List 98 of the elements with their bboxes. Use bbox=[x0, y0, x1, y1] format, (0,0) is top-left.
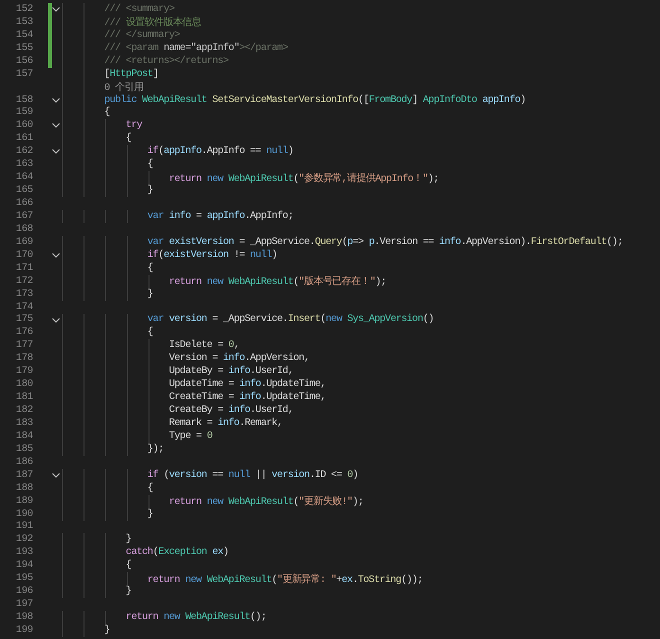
code-line: { bbox=[147, 159, 153, 170]
collapse-chevron-icon[interactable] bbox=[52, 252, 60, 258]
code-line: return new WebApiResult(); bbox=[126, 612, 266, 624]
line-number: 159 bbox=[16, 107, 33, 118]
code-line: { bbox=[126, 560, 132, 572]
line-number: 189 bbox=[16, 496, 33, 507]
line-number: 191 bbox=[16, 521, 33, 532]
line-number: 175 bbox=[16, 314, 33, 326]
code-line: }); bbox=[147, 444, 164, 455]
line-number: 183 bbox=[16, 418, 33, 429]
reference-count-link[interactable]: 0 个引用 bbox=[104, 80, 144, 94]
code-line: if(existVersion != null) bbox=[147, 250, 278, 261]
code-line: } bbox=[147, 185, 153, 196]
line-number: 194 bbox=[16, 560, 33, 572]
line-number: 182 bbox=[16, 405, 33, 416]
code-line: /// <returns></returns> bbox=[104, 56, 228, 67]
code-line: if(appInfo.AppInfo == null) bbox=[147, 146, 294, 158]
line-number: 171 bbox=[16, 262, 33, 274]
code-line: [HttpPost] bbox=[104, 68, 158, 80]
code-line: var version = _AppService.Insert(new Sys_AppVersion() bbox=[147, 314, 434, 326]
code-line: catch(Exception ex) bbox=[126, 547, 228, 558]
code-line: /// 设置软件版本信息 bbox=[104, 16, 201, 30]
code-line: CreateTime = info.UpdateTime, bbox=[169, 392, 326, 404]
line-number: 197 bbox=[16, 599, 33, 610]
line-number: 161 bbox=[16, 133, 33, 144]
code-line: { bbox=[126, 133, 132, 144]
collapse-chevron-icon[interactable] bbox=[52, 149, 60, 154]
code-line: UpdateBy = info.UserId, bbox=[169, 366, 294, 378]
collapse-chevron-icon[interactable] bbox=[52, 98, 60, 103]
line-number: 162 bbox=[16, 146, 33, 158]
line-number: 176 bbox=[16, 327, 33, 338]
code-line: var existVersion = _AppService.Query(p=> p.Version == info.AppVersion).FirstOrDefault(); bbox=[147, 236, 623, 248]
line-number: 187 bbox=[16, 470, 33, 481]
line-number: 166 bbox=[16, 198, 33, 210]
line-number: 174 bbox=[16, 302, 33, 313]
line-number: 165 bbox=[16, 185, 33, 196]
line-number: 180 bbox=[16, 379, 33, 390]
line-number: 193 bbox=[16, 547, 33, 558]
line-number: 184 bbox=[16, 430, 33, 442]
line-number: 190 bbox=[16, 508, 33, 520]
line-number: 178 bbox=[16, 353, 33, 364]
code-line: } bbox=[126, 534, 132, 546]
code-line: IsDelete = 0, bbox=[169, 340, 240, 352]
code-line: /// </summary> bbox=[104, 30, 180, 41]
line-number: 199 bbox=[16, 624, 33, 636]
line-number: 172 bbox=[16, 276, 33, 287]
code-line: { bbox=[104, 107, 110, 118]
code-line: return new WebApiResult("版本号已存在！"); bbox=[169, 274, 386, 288]
code-line: { bbox=[147, 262, 153, 274]
line-number: 192 bbox=[16, 534, 33, 546]
collapse-chevron-icon[interactable] bbox=[52, 472, 60, 478]
line-number: 181 bbox=[16, 392, 33, 404]
code-line: try bbox=[126, 120, 142, 132]
line-number: 196 bbox=[16, 586, 33, 598]
code-line: if (version == null || version.ID <= 0) bbox=[147, 470, 358, 481]
code-line: Remark = info.Remark, bbox=[169, 418, 282, 429]
line-number: 156 bbox=[16, 56, 33, 67]
line-number: 195 bbox=[16, 573, 33, 584]
line-number: 158 bbox=[16, 94, 33, 106]
line-number: 157 bbox=[16, 68, 33, 80]
line-number: 153 bbox=[16, 16, 33, 28]
collapse-chevron-icon[interactable] bbox=[52, 318, 60, 322]
code-line: } bbox=[147, 508, 153, 520]
line-number: 154 bbox=[16, 30, 33, 41]
code-line: var info = appInfo.AppInfo; bbox=[147, 210, 294, 222]
line-number: 164 bbox=[16, 172, 33, 184]
line-number: 173 bbox=[16, 288, 33, 300]
line-number: 152 bbox=[16, 4, 33, 15]
line-number: 198 bbox=[16, 612, 33, 624]
code-line: return new WebApiResult("更新异常: "+ex.ToString()); bbox=[147, 572, 423, 586]
code-line: } bbox=[104, 624, 110, 636]
line-number: 160 bbox=[16, 120, 33, 132]
collapse-chevron-icon[interactable] bbox=[52, 123, 60, 128]
code-line: public WebApiResult SetServiceMasterVersionInfo([FromBody] AppInfoDto appInfo) bbox=[104, 94, 526, 106]
code-line: { bbox=[147, 482, 153, 494]
line-number: 186 bbox=[16, 456, 33, 468]
code-line: UpdateTime = info.UpdateTime, bbox=[169, 379, 326, 390]
code-line: CreateBy = info.UserId, bbox=[169, 405, 294, 416]
line-number: 170 bbox=[16, 250, 33, 261]
collapse-chevron-icon[interactable] bbox=[52, 7, 60, 12]
code-line: return new WebApiResult("参数异常,请提供AppInfo！"); bbox=[169, 172, 439, 185]
line-number: 177 bbox=[16, 340, 33, 352]
line-number: 155 bbox=[16, 42, 33, 54]
code-line: } bbox=[147, 288, 153, 300]
line-number: 169 bbox=[16, 236, 33, 248]
line-number: 188 bbox=[16, 482, 33, 494]
code-line: /// <param name="appInfo"></param> bbox=[104, 42, 288, 54]
code-line: Type = 0 bbox=[169, 430, 212, 442]
code-line: } bbox=[126, 586, 132, 598]
line-number: 167 bbox=[16, 210, 33, 222]
code-line: /// <summary> bbox=[104, 4, 174, 15]
line-number: 179 bbox=[16, 366, 33, 378]
line-number: 163 bbox=[16, 159, 33, 170]
code-line: Version = info.AppVersion, bbox=[169, 353, 310, 364]
code-line: return new WebApiResult("更新失败!"); bbox=[169, 494, 364, 508]
line-number: 168 bbox=[16, 224, 33, 235]
line-number: 185 bbox=[16, 444, 33, 455]
code-line: { bbox=[147, 327, 153, 338]
